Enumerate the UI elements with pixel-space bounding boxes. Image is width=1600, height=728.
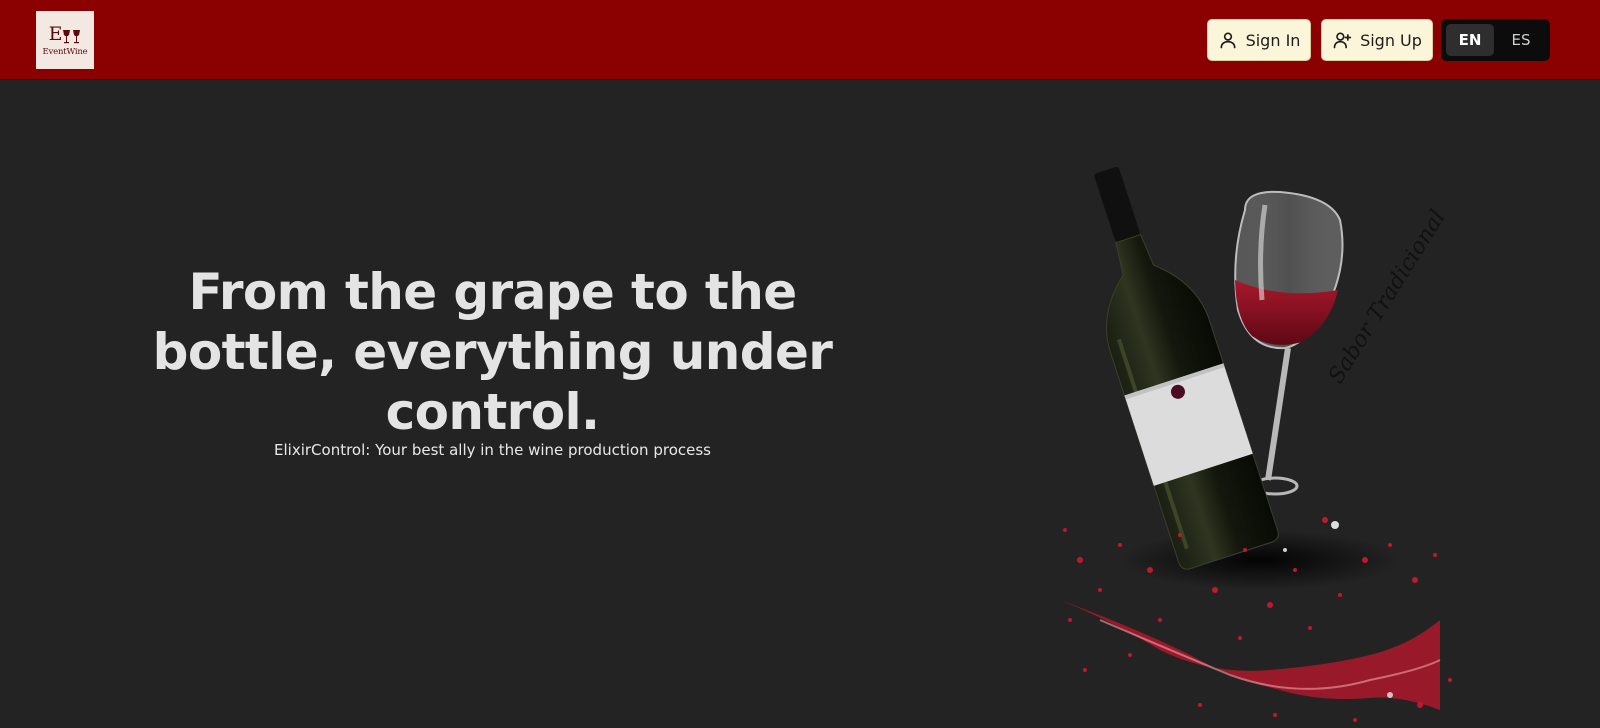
wine-bottle-glass-illustration: Sabor Tradicional [1060, 166, 1452, 722]
sign-up-label: Sign Up [1360, 30, 1422, 50]
wine-glass-icon [63, 29, 71, 43]
hero-title: From the grape to the bottle, everything… [152, 263, 833, 441]
logo-monogram: E [49, 24, 82, 44]
wine-glass-icon [73, 29, 81, 43]
user-icon [1220, 32, 1236, 49]
hero-subtitle: ElixirControl: Your best ally in the win… [274, 441, 711, 459]
user-plus-icon [1333, 32, 1352, 49]
top-navbar: E EventWine Sign In Sign Up EN ES [0, 0, 1600, 80]
language-option-es[interactable]: ES [1497, 24, 1545, 56]
sign-in-label: Sign In [1245, 30, 1301, 50]
language-toggle: EN ES [1441, 19, 1550, 61]
sign-up-button[interactable]: Sign Up [1321, 19, 1433, 61]
language-option-en[interactable]: EN [1446, 24, 1494, 56]
eventwine-logo[interactable]: E EventWine [36, 11, 94, 69]
logo-name: EventWine [42, 46, 88, 57]
sign-in-button[interactable]: Sign In [1207, 19, 1311, 61]
